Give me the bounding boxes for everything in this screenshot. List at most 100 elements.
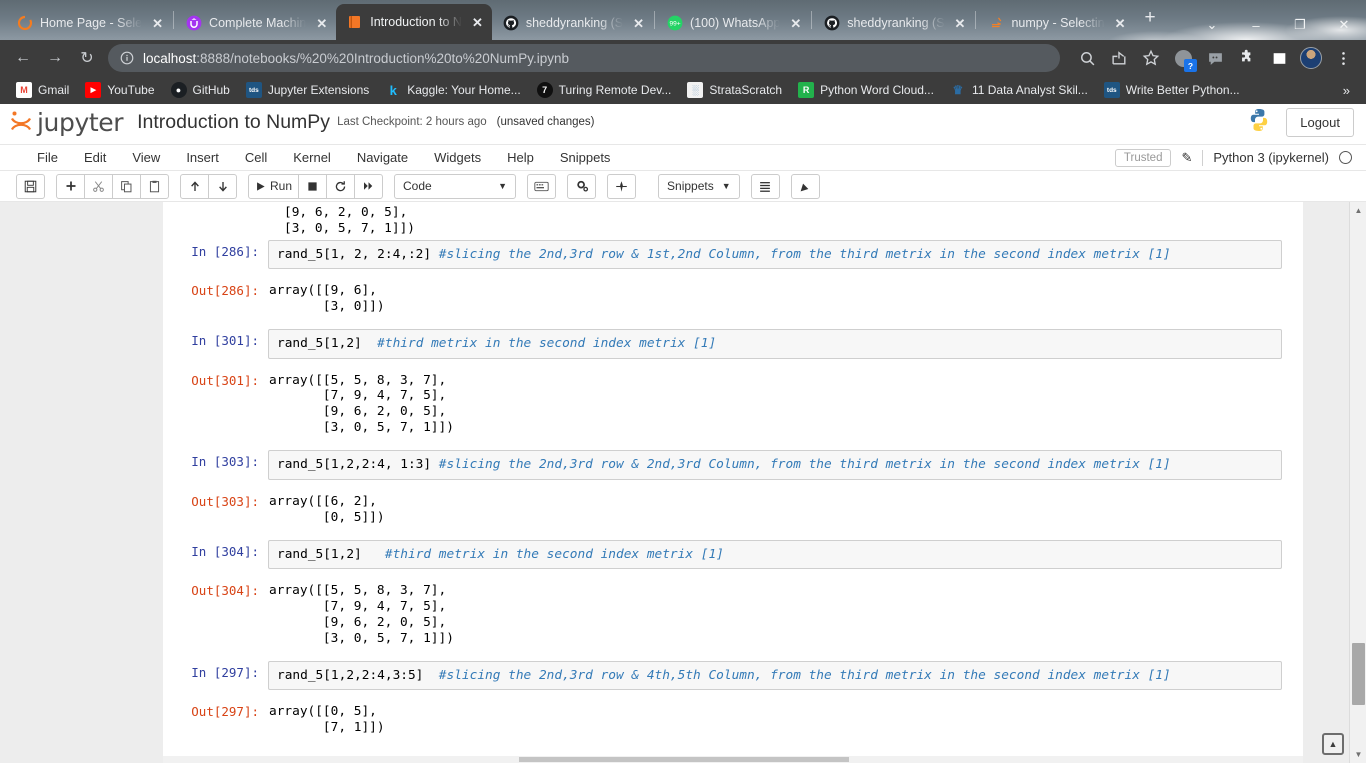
code-cell-303[interactable]: In [303]: rand_5[1,2,2:4, 1:3] #slicing …: [179, 445, 1287, 484]
tab-close-icon[interactable]: ✕: [630, 15, 647, 32]
partial-output-text: [7, 9, 4, 7, 5], [9, 6, 2, 0, 5], [3, 0,…: [284, 202, 415, 235]
vertical-scrollbar[interactable]: ▲ ▼: [1349, 202, 1366, 763]
bookmarks-overflow-button[interactable]: »: [1335, 81, 1358, 100]
bookmark-jupyter-extensions[interactable]: tds Jupyter Extensions: [238, 79, 377, 101]
tab-search-chevron-icon[interactable]: ⌄: [1190, 10, 1234, 40]
variable-inspector-button[interactable]: [607, 173, 637, 199]
profile-help-icon[interactable]: ?: [1168, 43, 1198, 73]
cell-type-select[interactable]: Code ▼: [394, 173, 517, 199]
bookmark-label: YouTube: [107, 83, 155, 97]
youtube-icon: ▶: [85, 82, 102, 98]
cut-cell-button[interactable]: [84, 173, 113, 199]
forward-button[interactable]: →: [40, 43, 70, 73]
chrome-menu-icon[interactable]: [1328, 43, 1358, 73]
vertical-scrollbar-thumb[interactable]: [1352, 643, 1365, 705]
tab-close-icon[interactable]: ✕: [1112, 15, 1129, 32]
nbextensions-gear-icon[interactable]: [567, 173, 597, 199]
reload-button[interactable]: ↻: [72, 43, 102, 73]
code-input[interactable]: rand_5[1, 2, 2:4,:2] #slicing the 2nd,3r…: [268, 240, 1282, 270]
bookmark-star-icon[interactable]: [1136, 43, 1166, 73]
pencil-icon[interactable]: ✎: [1181, 150, 1192, 166]
tab-close-icon[interactable]: ✕: [149, 15, 166, 32]
move-cell-up-button[interactable]: [180, 173, 209, 199]
browser-tab-2-active[interactable]: Introduction to N ✕: [336, 4, 492, 40]
restart-and-run-all-button[interactable]: [354, 173, 384, 199]
bookmark-stratascratch[interactable]: ░ StrataScratch: [679, 79, 790, 101]
table-of-contents-button[interactable]: [750, 173, 780, 199]
bookmark-write-better-python[interactable]: tds Write Better Python...: [1096, 79, 1248, 101]
bookmark-youtube[interactable]: ▶ YouTube: [77, 79, 162, 101]
code-cell-304[interactable]: In [304]: rand_5[1,2] #third metrix in t…: [179, 535, 1287, 574]
tab-close-icon[interactable]: ✕: [787, 15, 804, 32]
back-button[interactable]: ←: [8, 43, 38, 73]
code-input[interactable]: rand_5[1,2,2:4,3:5] #slicing the 2nd,3rd…: [268, 660, 1282, 691]
window-maximize-button[interactable]: ❐: [1278, 10, 1322, 40]
code-cell-286[interactable]: In [286]: rand_5[1, 2, 2:4,:2] #slicing …: [179, 235, 1287, 274]
menu-kernel[interactable]: Kernel: [280, 147, 344, 168]
menu-help[interactable]: Help: [494, 147, 547, 168]
bookmark-data-analyst-skills[interactable]: ♛ 11 Data Analyst Skil...: [942, 79, 1096, 101]
menu-snippets[interactable]: Snippets: [547, 147, 624, 168]
window-minimize-button[interactable]: –: [1234, 10, 1278, 40]
command-palette-button[interactable]: [527, 173, 557, 199]
menu-file[interactable]: File: [24, 147, 71, 168]
bookmark-kaggle[interactable]: k Kaggle: Your Home...: [377, 79, 528, 101]
menu-cell[interactable]: Cell: [232, 147, 280, 168]
menu-widgets[interactable]: Widgets: [421, 147, 494, 168]
sidepanel-icon[interactable]: [1264, 43, 1294, 73]
bookmark-label: Jupyter Extensions: [267, 83, 370, 97]
browser-tab-3[interactable]: sheddyranking (S ✕: [492, 6, 653, 40]
save-button[interactable]: [16, 173, 45, 199]
browser-tab-0[interactable]: Home Page - Sele ✕: [6, 6, 172, 40]
menu-view[interactable]: View: [119, 147, 173, 168]
copy-cell-button[interactable]: [112, 173, 141, 199]
code-cell-301[interactable]: In [301]: rand_5[1,2] #third metrix in t…: [179, 324, 1287, 363]
python-logo-icon: [1246, 107, 1272, 138]
paste-cell-button[interactable]: [140, 173, 169, 199]
move-cell-down-button[interactable]: [208, 173, 237, 199]
code-input[interactable]: rand_5[1,2] #third metrix in the second …: [268, 329, 1282, 359]
insert-cell-below-button[interactable]: [56, 173, 85, 199]
logout-button[interactable]: Logout: [1286, 107, 1354, 137]
horizontal-scrollbar[interactable]: [163, 756, 1303, 763]
horizontal-scrollbar-thumb[interactable]: [519, 757, 849, 762]
interrupt-kernel-button[interactable]: [298, 173, 328, 199]
scroll-up-arrow-icon[interactable]: ▲: [1350, 202, 1366, 219]
code-input[interactable]: rand_5[1,2,2:4, 1:3] #slicing the 2nd,3r…: [268, 450, 1282, 480]
address-bar[interactable]: localhost:8888/notebooks/%20%20Introduct…: [108, 44, 1060, 72]
share-icon[interactable]: [1104, 43, 1134, 73]
tab-close-icon[interactable]: ✕: [313, 15, 330, 32]
bookmark-github[interactable]: ● GitHub: [163, 79, 238, 101]
new-tab-button[interactable]: +: [1134, 4, 1165, 31]
bookmark-python-word-cloud[interactable]: R Python Word Cloud...: [790, 79, 942, 101]
menu-edit[interactable]: Edit: [71, 147, 119, 168]
bookmark-gmail[interactable]: M Gmail: [8, 79, 77, 101]
avatar-icon[interactable]: [1296, 43, 1326, 73]
site-info-icon[interactable]: [120, 51, 134, 65]
code-cell-297[interactable]: In [297]: rand_5[1,2,2:4,3:5] #slicing t…: [179, 656, 1287, 695]
kernel-indicator-label[interactable]: Python 3 (ipykernel): [1213, 150, 1329, 165]
browser-tab-1[interactable]: Complete Machin ✕: [175, 6, 336, 40]
tab-title: numpy - Selectin: [1011, 16, 1105, 30]
tab-close-icon[interactable]: ✕: [469, 14, 486, 31]
comment-icon[interactable]: [1200, 43, 1230, 73]
code-input[interactable]: rand_5[1,2] #third metrix in the second …: [268, 539, 1282, 569]
extensions-puzzle-icon[interactable]: [1232, 43, 1262, 73]
menu-insert[interactable]: Insert: [173, 147, 232, 168]
zoom-search-icon[interactable]: [1072, 43, 1102, 73]
run-cell-button[interactable]: Run: [248, 173, 300, 199]
browser-tab-5[interactable]: sheddyranking (S ✕: [813, 6, 974, 40]
bookmark-turing[interactable]: 7 Turing Remote Dev...: [529, 79, 680, 101]
tab-close-icon[interactable]: ✕: [952, 15, 969, 32]
scroll-to-top-button[interactable]: ▲: [1322, 733, 1344, 755]
snippets-select[interactable]: Snippets ▼: [658, 173, 740, 199]
restart-kernel-button[interactable]: [326, 173, 356, 199]
snippets-menu-hammer-icon[interactable]: [790, 173, 820, 199]
menu-navigate[interactable]: Navigate: [344, 147, 421, 168]
window-close-button[interactable]: ✕: [1322, 10, 1366, 40]
browser-tab-4[interactable]: 99+ (100) WhatsApp ✕: [656, 6, 810, 40]
jupyter-logo[interactable]: jupyter: [8, 108, 124, 137]
scroll-down-arrow-icon[interactable]: ▼: [1350, 746, 1366, 763]
notebook-name[interactable]: Introduction to NumPy: [137, 111, 330, 134]
browser-tab-6[interactable]: numpy - Selectin ✕: [977, 6, 1134, 40]
